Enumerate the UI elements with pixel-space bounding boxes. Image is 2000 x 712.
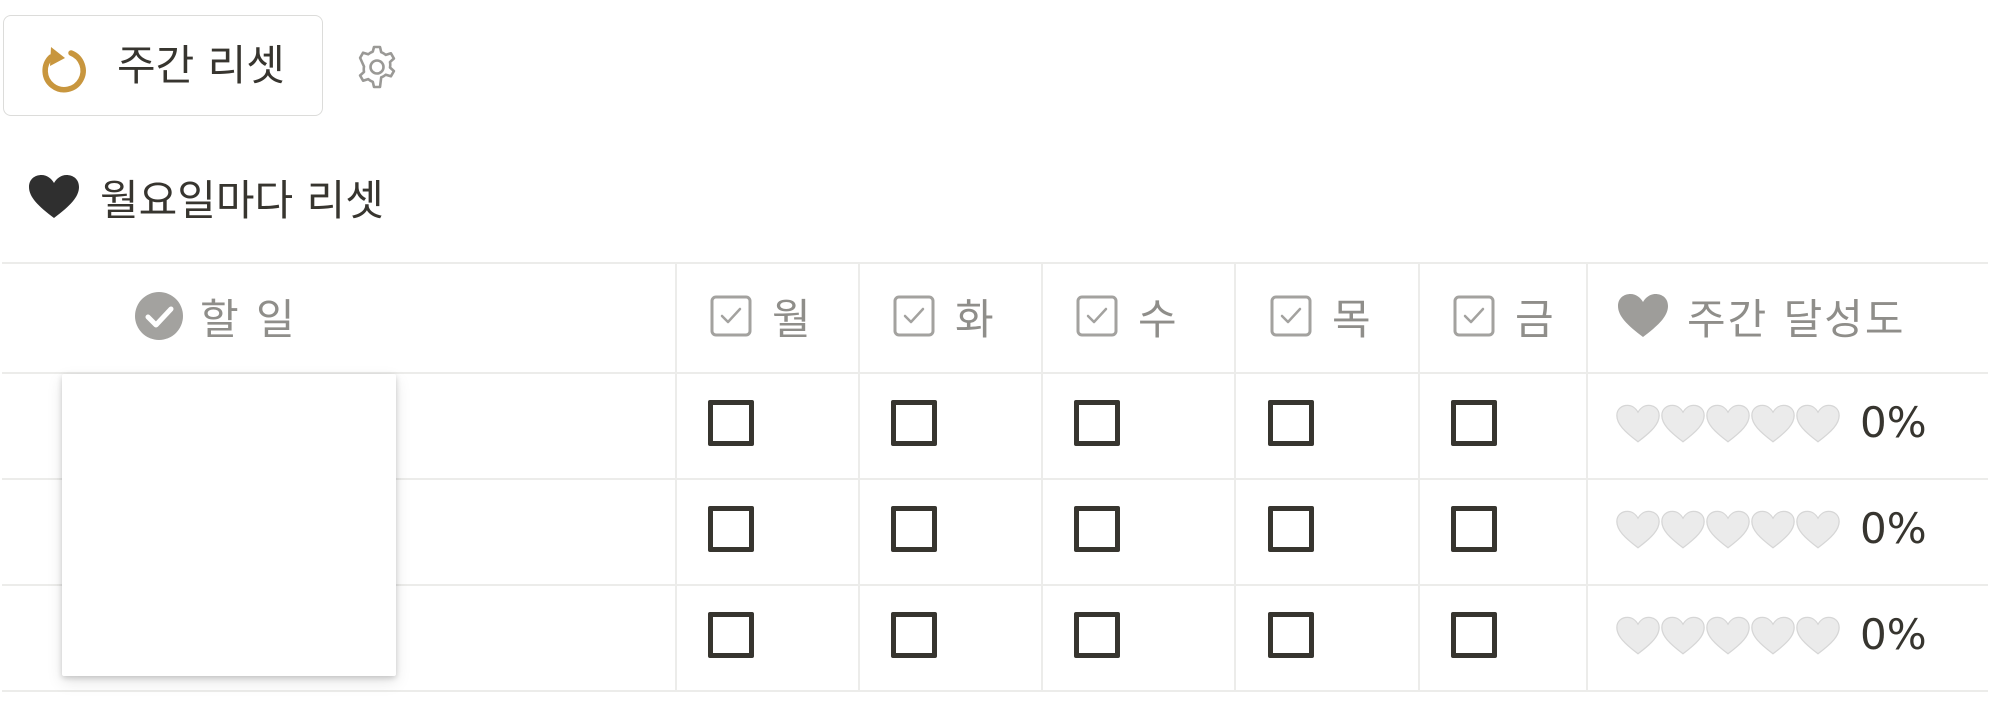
- white-heart-icon: [1751, 404, 1795, 443]
- white-heart-icon: [1751, 510, 1795, 549]
- column-header-label: 할 일: [200, 294, 297, 344]
- checkbox-tue[interactable]: [891, 400, 937, 446]
- white-heart-icon: [1661, 404, 1705, 443]
- column-header-label: 금: [1515, 294, 1556, 344]
- column-header-label: 화: [955, 294, 996, 344]
- black-heart-icon: [29, 175, 79, 218]
- achievement-hearts: [1616, 616, 1841, 656]
- achievement-hearts: [1616, 510, 1841, 550]
- achievement-percent: 0%: [1860, 610, 1927, 659]
- column-divider: [1586, 262, 1588, 692]
- checkbox-fri[interactable]: [1451, 506, 1497, 552]
- checkbox-thu[interactable]: [1268, 612, 1314, 658]
- white-heart-icon: [1796, 510, 1840, 549]
- column-header-label: 월: [772, 294, 813, 344]
- check-circle-icon: [135, 292, 183, 340]
- white-heart-icon: [1706, 404, 1750, 443]
- checkbox-thu[interactable]: [1268, 506, 1314, 552]
- column-divider: [675, 262, 677, 692]
- column-header-fri[interactable]: 금: [1453, 262, 1556, 370]
- column-header-thu[interactable]: 목: [1270, 262, 1373, 370]
- checkbox-wed[interactable]: [1074, 612, 1120, 658]
- checkbox-mon[interactable]: [708, 506, 754, 552]
- white-heart-icon: [1706, 616, 1750, 655]
- checkbox-icon: [1076, 295, 1118, 337]
- table-border-bottom: [2, 690, 1988, 692]
- achievement-percent: 0%: [1860, 398, 1927, 447]
- grey-heart-icon: [1618, 294, 1668, 337]
- white-heart-icon: [1661, 616, 1705, 655]
- column-header-tue[interactable]: 화: [893, 262, 996, 370]
- checkbox-fri[interactable]: [1451, 400, 1497, 446]
- column-header-label: 목: [1332, 294, 1373, 344]
- checkbox-mon[interactable]: [708, 612, 754, 658]
- checkbox-mon[interactable]: [708, 400, 754, 446]
- checkbox-tue[interactable]: [891, 506, 937, 552]
- gear-icon[interactable]: [354, 44, 400, 90]
- white-heart-icon: [1706, 510, 1750, 549]
- section-heading: 월요일마다 리셋: [28, 165, 384, 229]
- achievement-hearts: [1616, 404, 1841, 444]
- column-header-wed[interactable]: 수: [1076, 262, 1179, 370]
- column-divider: [858, 262, 860, 692]
- white-heart-icon: [1616, 616, 1660, 655]
- checkbox-tue[interactable]: [891, 612, 937, 658]
- column-header-task[interactable]: 할 일: [134, 262, 297, 370]
- refresh-icon: [42, 47, 86, 93]
- page: 주간 리셋 월요일마다 리셋 할 일 월 화 수 목 금 주간 달성도 0% 0…: [0, 0, 2000, 712]
- section-title: 월요일마다 리셋: [100, 175, 384, 225]
- checkbox-wed[interactable]: [1074, 506, 1120, 552]
- checkbox-icon: [893, 295, 935, 337]
- white-heart-icon: [1751, 616, 1795, 655]
- column-header-achievement[interactable]: 주간 달성도: [1617, 262, 1906, 370]
- checkbox-icon: [1270, 295, 1312, 337]
- white-heart-icon: [1616, 510, 1660, 549]
- weekly-reset-button[interactable]: 주간 리셋: [3, 15, 323, 116]
- column-divider: [1041, 262, 1043, 692]
- white-heart-icon: [1796, 404, 1840, 443]
- task-popup-card[interactable]: [62, 374, 396, 676]
- checkbox-icon: [710, 295, 752, 337]
- white-heart-icon: [1661, 510, 1705, 549]
- column-header-mon[interactable]: 월: [710, 262, 813, 370]
- checkbox-fri[interactable]: [1451, 612, 1497, 658]
- column-header-label: 주간 달성도: [1687, 294, 1906, 344]
- white-heart-icon: [1616, 404, 1660, 443]
- white-heart-icon: [1796, 616, 1840, 655]
- checkbox-thu[interactable]: [1268, 400, 1314, 446]
- weekly-reset-label: 주간 리셋: [117, 41, 285, 90]
- column-divider: [1234, 262, 1236, 692]
- column-divider: [1418, 262, 1420, 692]
- checkbox-icon: [1453, 295, 1495, 337]
- checkbox-wed[interactable]: [1074, 400, 1120, 446]
- achievement-percent: 0%: [1860, 504, 1927, 553]
- column-header-label: 수: [1138, 294, 1179, 344]
